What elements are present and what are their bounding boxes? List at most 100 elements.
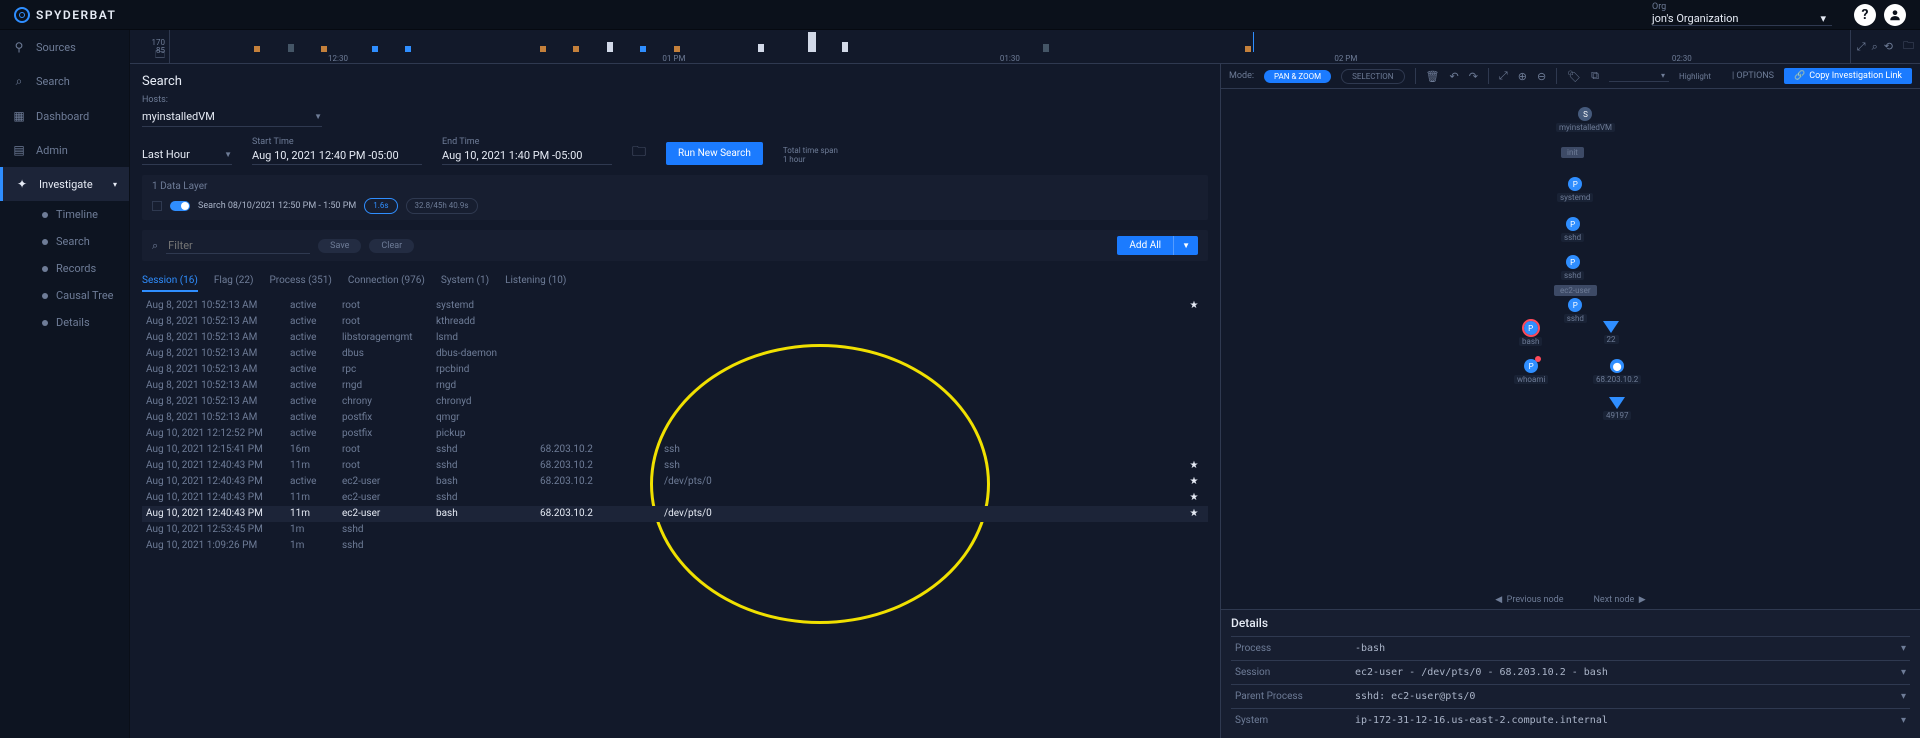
redo-icon[interactable]: ↷ <box>1469 70 1478 83</box>
range-select[interactable]: Last Hour▼ <box>142 145 232 165</box>
detail-row[interactable]: Process-bash▾ <box>1231 636 1910 660</box>
chevron-down-icon[interactable]: ▾ <box>1901 643 1906 654</box>
nav-dashboard[interactable]: ▦Dashboard <box>0 99 129 133</box>
org-selector[interactable]: Org jon's Organization ▾ <box>1652 3 1832 26</box>
table-row[interactable]: Aug 10, 2021 12:40:43 PM11mec2-userbash6… <box>142 506 1208 522</box>
node-count[interactable]: 22 <box>1603 321 1619 344</box>
prev-node-button[interactable]: ◀ Previous node <box>1495 595 1563 605</box>
table-row[interactable]: Aug 10, 2021 12:40:43 PM11mec2-usersshd★ <box>142 490 1208 506</box>
node-ec2user[interactable]: ec2-userPsshd <box>1554 285 1597 323</box>
table-row[interactable]: Aug 8, 2021 10:52:13 AMactivelibstoragem… <box>142 330 1208 346</box>
nav-search[interactable]: ⌕Search <box>0 64 129 99</box>
table-row[interactable]: Aug 8, 2021 10:52:13 AMactiverootsystemd… <box>142 298 1208 314</box>
highlight-select[interactable]: ▾ <box>1609 71 1669 82</box>
end-time-input[interactable]: Aug 10, 2021 1:40 PM -05:00 <box>442 147 612 165</box>
zoom-in-icon[interactable]: ⊕ <box>1518 70 1527 83</box>
graph-canvas[interactable]: SmyinstalledVM init Psystemd Psshd Psshd… <box>1221 89 1920 591</box>
nav-sub-details[interactable]: Details <box>30 309 129 336</box>
table-row[interactable]: Aug 8, 2021 10:52:13 AMactivepostfixqmgr <box>142 410 1208 426</box>
tab-session[interactable]: Session (16) <box>142 271 198 292</box>
table-row[interactable]: Aug 10, 2021 12:53:45 PM1msshd <box>142 522 1208 538</box>
star-icon[interactable]: ★ <box>1184 476 1204 487</box>
table-row[interactable]: Aug 10, 2021 12:15:41 PM16mrootsshd68.20… <box>142 442 1208 458</box>
star-icon[interactable]: ★ <box>1184 508 1204 519</box>
timeline-track[interactable]: 12:3001 PM01:3002 PM02:30 <box>170 30 1850 63</box>
chevron-down-icon[interactable]: ▾ <box>1901 667 1906 678</box>
undo-icon[interactable]: ↶ <box>1449 70 1458 83</box>
node-bash[interactable]: Pbash <box>1519 321 1542 346</box>
chevron-down-icon[interactable]: ▾ <box>1901 691 1906 702</box>
calendar-icon[interactable]: 🗀 <box>632 141 646 165</box>
node-ip[interactable]: ⬤68.203.10.2 <box>1593 359 1641 384</box>
calendar-icon[interactable]: 🗀 <box>1903 37 1914 56</box>
table-row[interactable]: Aug 10, 2021 12:40:43 PM11mrootsshd68.20… <box>142 458 1208 474</box>
table-row[interactable]: Aug 10, 2021 1:09:26 PM1msshd <box>142 538 1208 554</box>
table-row[interactable]: Aug 8, 2021 10:52:13 AMactiverpcrpcbind <box>142 362 1208 378</box>
calendar-icon[interactable]: 🗀 <box>155 51 165 61</box>
expand-icon[interactable]: ⤢ <box>1499 69 1508 83</box>
process-orb-icon: P <box>1568 298 1582 312</box>
table-row[interactable]: Aug 10, 2021 12:12:52 PMactivepostfixpic… <box>142 426 1208 442</box>
detail-row[interactable]: Systemip-172-31-12-16.us-east-2.compute.… <box>1231 708 1910 732</box>
node-sshd-1[interactable]: Psshd <box>1561 217 1584 242</box>
fit-icon[interactable]: ⤢ <box>1857 40 1866 54</box>
star-icon[interactable]: ★ <box>1184 492 1204 503</box>
table-row[interactable]: Aug 8, 2021 10:52:13 AMactiverootkthread… <box>142 314 1208 330</box>
zoom-icon[interactable]: ⌕ <box>1872 40 1878 54</box>
node-init[interactable]: init <box>1561 147 1584 158</box>
tab-flag[interactable]: Flag (22) <box>214 271 254 292</box>
copy-icon[interactable]: ⧉ <box>1591 69 1599 83</box>
nav-investigate[interactable]: ✦Investigate▾ <box>0 167 129 201</box>
tab-process[interactable]: Process (351) <box>270 271 332 292</box>
timeline[interactable]: 170 85 🗀 <box>130 30 1920 64</box>
chevron-down-icon[interactable]: ▾ <box>1901 715 1906 726</box>
nav-sub-causal[interactable]: Causal Tree <box>30 282 129 309</box>
node-whoami[interactable]: Pwhoami <box>1514 359 1548 384</box>
account-icon[interactable] <box>1884 4 1906 26</box>
dot-icon <box>42 212 48 218</box>
nav-admin[interactable]: ▤Admin <box>0 133 129 167</box>
mode-select-button[interactable]: SELECTION <box>1341 69 1404 84</box>
table-row[interactable]: Aug 8, 2021 10:52:13 AMactivechronychron… <box>142 394 1208 410</box>
tag-icon[interactable]: 🏷 <box>1567 70 1581 83</box>
start-time-input[interactable]: Aug 10, 2021 12:40 PM -05:00 <box>252 147 422 165</box>
host-select[interactable]: myinstalledVM▼ <box>142 107 322 127</box>
graph-edges <box>1221 89 1521 239</box>
node-host[interactable]: SmyinstalledVM <box>1556 107 1615 132</box>
star-icon[interactable]: ★ <box>1184 300 1204 311</box>
nav-sub-timeline[interactable]: Timeline <box>30 201 129 228</box>
tab-system[interactable]: System (1) <box>441 271 489 292</box>
save-filter-button[interactable]: Save <box>318 239 361 253</box>
tab-connection[interactable]: Connection (976) <box>348 271 425 292</box>
mode-pan-button[interactable]: PAN & ZOOM <box>1264 70 1331 83</box>
table-row[interactable]: Aug 8, 2021 10:52:13 AMactivedbusdbus-da… <box>142 346 1208 362</box>
help-icon[interactable]: ? <box>1854 4 1876 26</box>
node-systemd[interactable]: Psystemd <box>1557 177 1593 202</box>
copy-link-button[interactable]: 🔗Copy Investigation Link <box>1784 68 1912 84</box>
cell-user: root <box>342 460 432 471</box>
next-node-button[interactable]: Next node ▶ <box>1594 595 1646 605</box>
add-all-dropdown[interactable]: ▼ <box>1173 236 1198 255</box>
star-icon[interactable]: ★ <box>1184 460 1204 471</box>
table-row[interactable]: Aug 10, 2021 12:40:43 PMactiveec2-userba… <box>142 474 1208 490</box>
checkbox[interactable] <box>152 201 162 211</box>
end-label: End Time <box>442 137 612 147</box>
layer-toggle[interactable] <box>170 201 190 211</box>
trash-icon[interactable]: 🗑 <box>1426 70 1440 83</box>
run-search-button[interactable]: Run New Search <box>666 142 763 165</box>
add-all-button[interactable]: Add All <box>1117 236 1173 255</box>
detail-row[interactable]: Sessionec2-user - /dev/pts/0 - 68.203.10… <box>1231 660 1910 684</box>
node-port[interactable]: 49197 <box>1603 397 1631 420</box>
detail-row[interactable]: Parent Processsshd: ec2-user@pts/0▾ <box>1231 684 1910 708</box>
filter-input[interactable] <box>166 238 310 254</box>
nav-sub-search[interactable]: Search <box>30 228 129 255</box>
node-sshd-2[interactable]: Psshd <box>1561 255 1584 280</box>
nav-sources[interactable]: ⚲Sources <box>0 30 129 64</box>
reset-icon[interactable]: ⟲ <box>1884 40 1893 53</box>
nav-sub-records[interactable]: Records <box>30 255 129 282</box>
options-button[interactable]: | OPTIONS <box>1732 71 1774 81</box>
zoom-out-icon[interactable]: ⊖ <box>1537 70 1546 83</box>
table-row[interactable]: Aug 8, 2021 10:52:13 AMactiverngdrngd <box>142 378 1208 394</box>
tab-listening[interactable]: Listening (10) <box>505 271 566 292</box>
clear-filter-button[interactable]: Clear <box>369 239 414 253</box>
